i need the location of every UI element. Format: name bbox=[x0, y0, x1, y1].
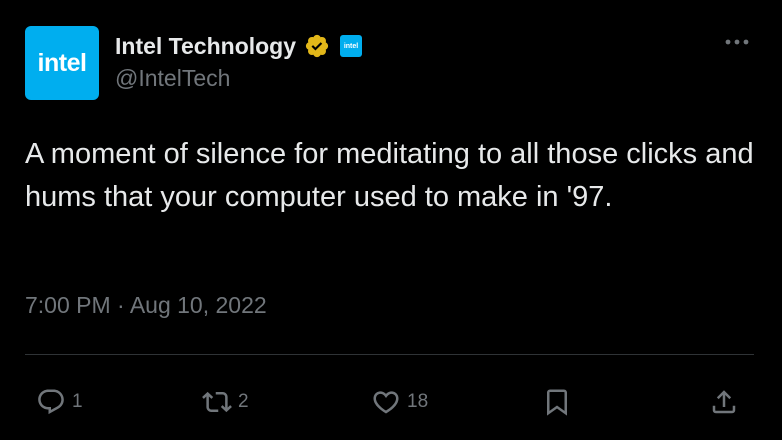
affiliate-badge-text: intel bbox=[343, 42, 359, 50]
verified-badge-icon[interactable] bbox=[304, 33, 330, 59]
more-options-button[interactable] bbox=[722, 32, 752, 52]
display-name[interactable]: Intel Technology bbox=[115, 33, 296, 60]
like-count: 18 bbox=[407, 391, 429, 412]
avatar[interactable]: intel bbox=[25, 26, 99, 100]
share-button[interactable] bbox=[709, 384, 739, 420]
retweet-button[interactable]: 2 bbox=[202, 384, 249, 420]
handle[interactable]: @IntelTech bbox=[115, 65, 230, 92]
affiliate-badge-icon[interactable]: intel bbox=[340, 35, 363, 57]
tweet-timestamp[interactable]: 7:00 PM · Aug 10, 2022 bbox=[25, 292, 267, 319]
retweet-count: 2 bbox=[238, 391, 249, 412]
heart-icon bbox=[373, 391, 399, 414]
tweet-text: A moment of silence for meditating to al… bbox=[25, 138, 754, 213]
like-button[interactable]: 18 bbox=[371, 384, 428, 420]
author-name-row: Intel Technology intel bbox=[115, 30, 363, 62]
reply-count: 1 bbox=[72, 391, 83, 412]
reply-icon bbox=[38, 389, 64, 415]
divider bbox=[25, 354, 754, 355]
bookmark-icon bbox=[547, 389, 567, 416]
retweet-icon bbox=[202, 391, 232, 413]
bookmark-button[interactable] bbox=[542, 384, 572, 420]
more-dots-icon bbox=[725, 39, 749, 45]
share-icon bbox=[712, 390, 736, 414]
reply-button[interactable]: 1 bbox=[36, 384, 83, 420]
avatar-logo-text: intel bbox=[37, 48, 87, 77]
